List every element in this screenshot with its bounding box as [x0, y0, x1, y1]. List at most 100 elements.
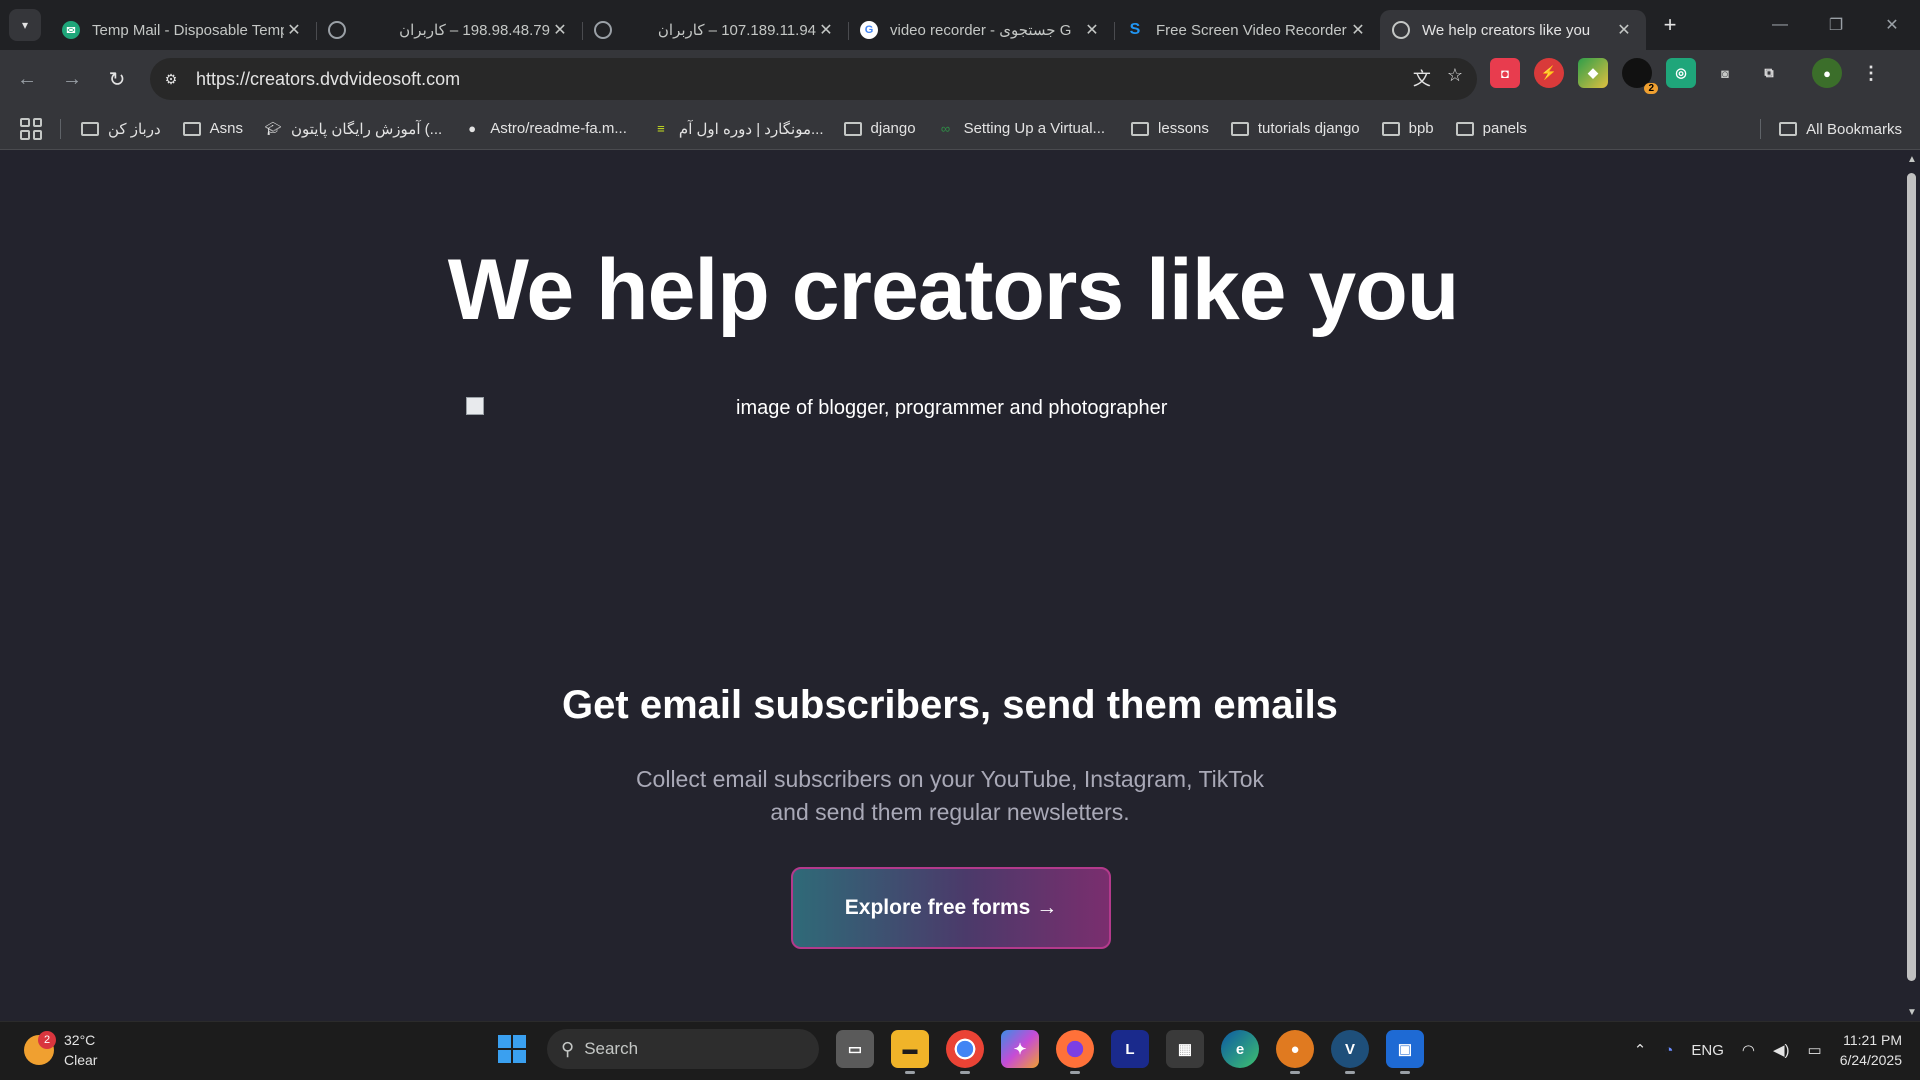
clock-app-icon[interactable]: ◔ [1664, 1042, 1673, 1059]
running-indicator [960, 1071, 970, 1074]
bookmark-label: Setting Up a Virtual... [963, 120, 1106, 137]
bookmark-folder[interactable]: Asns [182, 120, 243, 137]
tab-list: ✉ Temp Mail - Disposable Temporary Email… [50, 0, 1646, 50]
language-indicator[interactable]: ENG [1691, 1042, 1724, 1059]
scroll-up-arrow-icon[interactable]: ▲ [1907, 154, 1917, 165]
v-app-icon[interactable]: V [1331, 1030, 1369, 1074]
clock[interactable]: 11:21 PM 6/24/2025 [1840, 1030, 1902, 1070]
address-bar[interactable]: ⚙ https://creators.dvdvideosoft.com 文 ☆ [150, 58, 1477, 100]
weather-badge: 2 [38, 1031, 56, 1049]
explore-free-forms-button[interactable]: Explore free forms → [791, 867, 1111, 949]
restore-button[interactable]: ❐ [1808, 0, 1864, 50]
wifi-icon[interactable]: ◠ [1742, 1041, 1755, 1059]
firefox-icon[interactable] [1056, 1030, 1094, 1074]
pocket-extension-icon[interactable]: ◘ [1490, 58, 1520, 88]
bookmark-folder[interactable]: درباز کن [81, 120, 161, 138]
scroll-down-arrow-icon[interactable]: ▼ [1907, 1007, 1917, 1018]
folder-icon [182, 121, 201, 136]
bookmark-label: Astro/readme-fa.m... [490, 120, 627, 137]
tab-free-screen-recorder[interactable]: S Free Screen Video Recorder ✕ [1114, 10, 1380, 50]
folder-icon [1455, 121, 1474, 136]
running-indicator [1070, 1071, 1080, 1074]
minimize-button[interactable]: — [1752, 0, 1808, 50]
window-controls: — ❐ ✕ [1752, 0, 1920, 50]
url-text[interactable]: https://creators.dvdvideosoft.com [196, 69, 460, 90]
reload-button[interactable]: ↻ [97, 59, 137, 99]
reload-icon: ↻ [108, 68, 126, 91]
folder-icon [81, 121, 99, 136]
circle-extension-icon[interactable]: 2 [1622, 58, 1658, 94]
folder-icon [1230, 121, 1249, 136]
tab-search-button[interactable]: ▾ [9, 9, 41, 41]
task-view-icon[interactable]: ▭ [836, 1030, 874, 1068]
weather-text: 32°C Clear [64, 1030, 97, 1070]
all-bookmarks-button[interactable]: All Bookmarks [1760, 119, 1902, 139]
microsoft-store-icon[interactable]: ▦ [1166, 1030, 1204, 1068]
window-close-button[interactable]: ✕ [1864, 0, 1920, 50]
puzzle-icon[interactable]: ⧉ [1754, 58, 1784, 88]
section-description: Collect email subscribers on your YouTub… [0, 763, 1900, 829]
tab-users-1[interactable]: 198.98.48.79 – کاربران ✕ [316, 10, 583, 50]
bookmark-label: bpb [1408, 120, 1434, 137]
close-icon[interactable]: ✕ [1614, 20, 1634, 40]
tab-google-search[interactable]: G video recorder - جستجوی G ✕ [848, 10, 1115, 50]
forward-button[interactable]: → [52, 59, 92, 99]
site-info-icon[interactable]: ⚙ [156, 64, 186, 94]
menu-kebab-icon[interactable]: ⋮ [1856, 58, 1886, 88]
translate-icon[interactable]: 文 [1413, 65, 1431, 91]
tab-creators-active[interactable]: We help creators like you ✕ [1380, 10, 1646, 50]
bookmark-link[interactable]: 🎓︎ آموزش رایگان پایتون (... [263, 120, 442, 138]
l-app-icon[interactable]: L [1111, 1030, 1149, 1068]
bookmark-link[interactable]: ≡ مونگارد | دوره اول آم... [651, 120, 823, 138]
star-icon[interactable]: ☆ [1447, 65, 1463, 91]
running-indicator [905, 1071, 915, 1074]
bookmark-folder[interactable]: lessons [1131, 120, 1209, 137]
windows-start-icon[interactable] [494, 1031, 530, 1067]
bookmark-link[interactable]: ∞ Setting Up a Virtual... [936, 120, 1105, 137]
chrome-icon[interactable] [946, 1030, 984, 1074]
close-icon[interactable]: ✕ [816, 20, 836, 40]
vpn-extension-icon[interactable]: ◎ [1666, 58, 1696, 88]
bookmark-folder[interactable]: django [843, 120, 916, 137]
page-scrollbar[interactable]: ▲ ▼ [1903, 151, 1920, 1021]
geeksforgeeks-icon: ∞ [940, 121, 951, 136]
bookmark-link[interactable]: ● Astro/readme-fa.m... [462, 120, 627, 137]
bookmark-folder[interactable]: panels [1455, 120, 1527, 137]
orange-app-icon[interactable]: ● [1276, 1030, 1314, 1074]
tab-temp-mail[interactable]: ✉ Temp Mail - Disposable Temporary Email… [50, 10, 317, 50]
bookmark-label: Asns [209, 120, 243, 137]
tab-users-2[interactable]: 107.189.11.94 – کاربران ✕ [582, 10, 849, 50]
copilot-icon[interactable]: ✦ [1001, 1030, 1039, 1068]
multicolor-extension-icon[interactable]: ◆ [1578, 58, 1608, 88]
volume-icon[interactable]: ◀) [1773, 1041, 1790, 1059]
close-icon[interactable]: ✕ [284, 20, 304, 40]
new-tab-button[interactable]: + [1654, 9, 1686, 41]
browser-toolbar: ← → ↻ ⚙ https://creators.dvdvideosoft.co… [0, 50, 1920, 108]
camera-extension-icon[interactable]: ◙ [1710, 58, 1740, 88]
close-icon[interactable]: ✕ [1082, 20, 1102, 40]
profile-avatar[interactable]: ● [1812, 58, 1842, 88]
weather-widget[interactable]: 2 32°C Clear [24, 1030, 97, 1070]
tab-title: 198.98.48.79 – کاربران [399, 22, 550, 39]
close-icon[interactable]: ✕ [550, 20, 570, 40]
section-subtitle: Get email subscribers, send them emails [562, 683, 1338, 727]
apps-grid-icon[interactable] [20, 117, 42, 140]
file-explorer-icon[interactable]: ▬ [891, 1030, 929, 1074]
folder-icon [1779, 122, 1798, 136]
back-button[interactable]: ← [7, 59, 47, 99]
description-line: Collect email subscribers on your YouTub… [635, 766, 1265, 792]
chevron-up-icon[interactable]: ⌃ [1634, 1041, 1647, 1059]
battery-icon[interactable]: ▭ [1808, 1041, 1822, 1059]
taskbar-search[interactable]: ⚲ Search [547, 1029, 819, 1069]
description-line: and send them regular newsletters. [770, 799, 1130, 825]
globe-icon [328, 21, 346, 39]
bookmark-folder[interactable]: tutorials django [1230, 120, 1360, 137]
scrollbar-thumb[interactable] [1907, 173, 1916, 981]
broken-image: image of blogger, programmer and photogr… [466, 397, 1167, 420]
close-icon[interactable]: ✕ [1348, 20, 1368, 40]
bookmark-folder[interactable]: bpb [1381, 120, 1434, 137]
lightning-extension-icon[interactable]: ⚡ [1534, 58, 1564, 88]
screen-recorder-icon[interactable]: ▣ [1386, 1030, 1424, 1074]
hero-title: We help creators like you [447, 242, 1460, 338]
edge-icon[interactable]: e [1221, 1030, 1259, 1068]
